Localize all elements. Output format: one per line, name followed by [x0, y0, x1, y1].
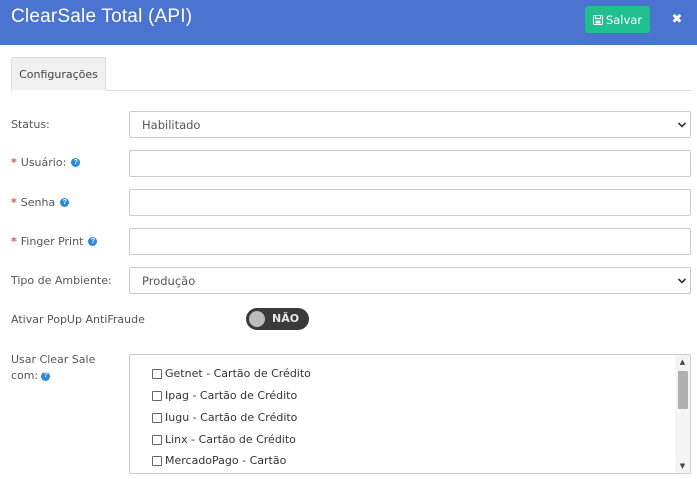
- tipo-ambiente-label: Tipo de Ambiente:: [11, 274, 112, 287]
- list-item-label: MercadoPago - Cartão: [165, 454, 287, 467]
- list-item[interactable]: Getnet - Cartão de Crédito: [152, 367, 311, 380]
- scroll-up-icon[interactable]: ▲: [675, 357, 690, 367]
- senha-label: * Senha ?: [11, 196, 70, 209]
- required-mark: *: [11, 235, 17, 248]
- list-item[interactable]: Ipag - Cartão de Crédito: [152, 389, 297, 402]
- list-item[interactable]: MercadoPago - Cartão: [152, 454, 286, 467]
- status-select[interactable]: Habilitado: [129, 111, 691, 138]
- usar-label-line2: com:: [11, 369, 39, 382]
- status-label-text: Status:: [11, 118, 50, 131]
- required-mark: *: [11, 196, 17, 209]
- gateway-multiselect[interactable]: Getnet - Cartão de Crédito Ipag - Cartão…: [129, 354, 691, 474]
- status-select-value: Habilitado: [142, 117, 201, 132]
- question-circle-icon[interactable]: ?: [88, 237, 98, 246]
- question-circle-icon[interactable]: ?: [71, 158, 81, 167]
- question-circle-icon[interactable]: ?: [41, 371, 51, 381]
- popup-antifraude-toggle[interactable]: NÃO: [246, 308, 309, 330]
- senha-input[interactable]: [129, 189, 691, 216]
- usuario-input[interactable]: [129, 150, 691, 177]
- checkbox[interactable]: [152, 434, 162, 445]
- toggle-text: NÃO: [272, 312, 300, 325]
- popup-label-text: Ativar PopUp AntiFraude: [11, 313, 145, 326]
- list-item-label: Getnet - Cartão de Crédito: [165, 367, 311, 380]
- checkbox[interactable]: [152, 412, 162, 423]
- tipo-ambiente-select[interactable]: Produção: [129, 267, 691, 294]
- usar-label-line1: Usar Clear Sale: [11, 353, 96, 366]
- checkbox[interactable]: [152, 390, 162, 401]
- usar-label-line2-wrap: com: ?: [11, 368, 95, 384]
- chevron-down-icon: [677, 122, 687, 128]
- save-button[interactable]: Salvar: [585, 6, 650, 33]
- usar-clearsale-label: Usar Clear Sale com: ?: [11, 352, 95, 384]
- tabs-divider: [11, 90, 691, 91]
- checkbox[interactable]: [152, 455, 162, 466]
- tipo-ambiente-select-value: Produção: [142, 273, 196, 288]
- chevron-down-icon: [677, 278, 687, 284]
- list-item[interactable]: Iugu - Cartão de Crédito: [152, 411, 297, 424]
- popup-label: Ativar PopUp AntiFraude: [11, 313, 145, 326]
- toggle-knob: [249, 311, 265, 327]
- floppy-disk-icon: [592, 14, 603, 25]
- list-item-label: Iugu - Cartão de Crédito: [165, 411, 298, 424]
- finger-print-input[interactable]: [129, 228, 691, 255]
- scroll-down-icon[interactable]: ▼: [675, 461, 690, 471]
- modal-title: ClearSale Total (API): [11, 6, 193, 27]
- usuario-label-text: Usuário:: [20, 156, 67, 169]
- save-button-label: Salvar: [605, 12, 643, 27]
- finger-print-label: * Finger Print ?: [11, 235, 98, 248]
- close-icon[interactable]: ✖: [670, 10, 684, 28]
- list-item[interactable]: Linx - Cartão de Crédito: [152, 433, 296, 446]
- tab-configuracoes[interactable]: Configurações: [11, 57, 106, 91]
- list-item-label: Ipag - Cartão de Crédito: [165, 389, 298, 402]
- modal-header: ClearSale Total (API) Salvar ✖: [0, 0, 697, 45]
- finger-print-label-text: Finger Print: [20, 235, 84, 248]
- required-mark: *: [11, 156, 17, 169]
- usuario-label: * Usuário: ?: [11, 156, 81, 169]
- senha-label-text: Senha: [20, 196, 56, 209]
- scrollbar[interactable]: ▲ ▼: [675, 355, 690, 473]
- question-circle-icon[interactable]: ?: [60, 198, 70, 207]
- scrollbar-thumb[interactable]: [678, 371, 688, 409]
- checkbox[interactable]: [152, 368, 162, 379]
- list-item-label: Linx - Cartão de Crédito: [165, 433, 296, 446]
- status-label: Status:: [11, 118, 50, 131]
- tipo-ambiente-label-text: Tipo de Ambiente:: [11, 274, 112, 287]
